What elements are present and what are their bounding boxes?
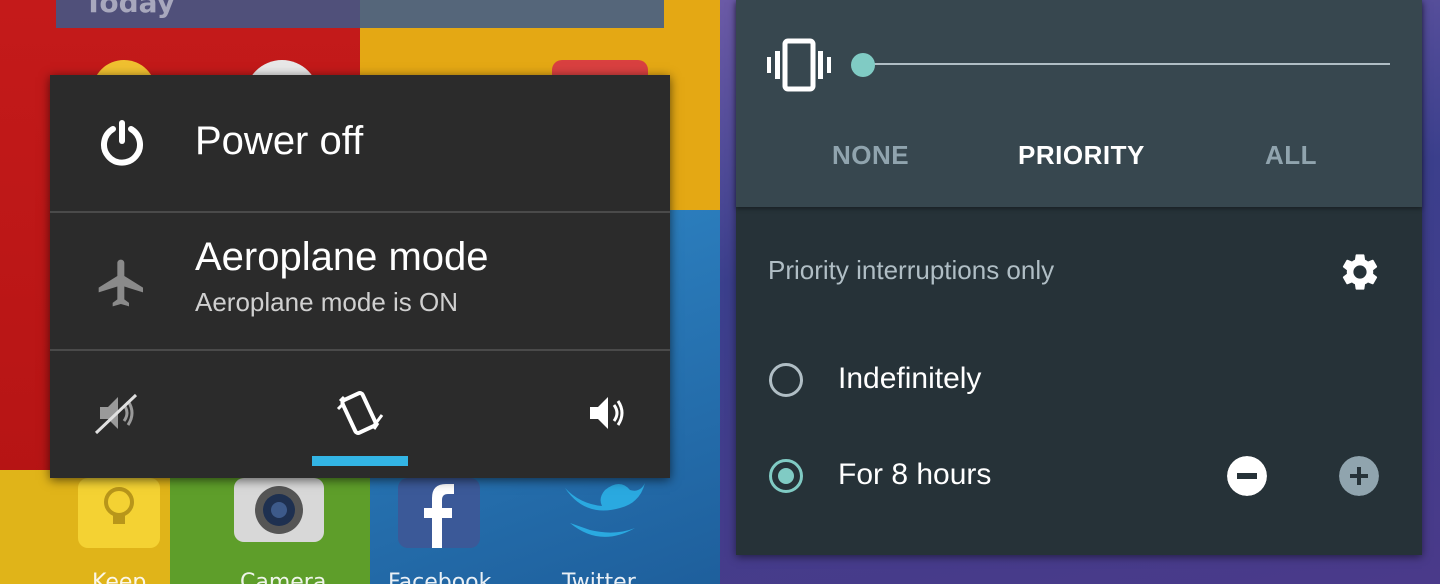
dock-label-facebook: Facebook [388, 570, 492, 584]
dock-label-keep: Keep [92, 570, 147, 584]
camera-app-icon[interactable] [234, 478, 324, 542]
sound-on-icon[interactable] [584, 389, 632, 437]
priority-interruptions-label: Priority interruptions only [768, 255, 1055, 285]
sound-mode-row [50, 351, 670, 478]
keep-app-icon[interactable] [78, 478, 160, 548]
vibrate-icon [767, 38, 831, 92]
power-off-label: Power off [195, 119, 364, 163]
vibrate-mode-icon[interactable] [336, 387, 384, 439]
volume-and-mode-section: NONE PRIORITY ALL [736, 0, 1422, 207]
twitter-app-icon[interactable] [560, 478, 650, 548]
twitter-bird-icon [565, 483, 645, 537]
decrease-hours-button[interactable] [1227, 456, 1267, 496]
option-8-hours-label: For 8 hours [838, 458, 992, 491]
dock-label-twitter: Twitter [562, 570, 636, 584]
dock-label-camera: Camera [240, 570, 327, 584]
radio-for-8-hours[interactable] [769, 459, 803, 493]
mode-tab-priority[interactable]: PRIORITY [1018, 140, 1145, 171]
selected-mode-indicator [312, 456, 408, 466]
volume-slider-thumb[interactable] [851, 53, 875, 77]
facebook-app-icon[interactable] [398, 478, 480, 548]
left-screenshot: Today Keep Camera Facebook Twitter Power… [0, 0, 720, 584]
lightbulb-icon [104, 487, 134, 524]
aeroplane-mode-status: Aeroplane mode is ON [195, 287, 459, 317]
interruptions-panel: NONE PRIORITY ALL Priority interruptions… [736, 0, 1422, 555]
airplane-icon [98, 259, 143, 307]
aeroplane-mode-item[interactable]: Aeroplane mode Aeroplane mode is ON [50, 213, 670, 351]
mode-tab-none[interactable]: NONE [832, 140, 909, 171]
radio-indefinitely[interactable] [769, 363, 803, 397]
option-indefinitely-label: Indefinitely [838, 362, 982, 395]
aeroplane-mode-title: Aeroplane mode [195, 235, 489, 279]
mode-tab-all[interactable]: ALL [1265, 140, 1317, 171]
right-screenshot: NONE PRIORITY ALL Priority interruptions… [720, 0, 1440, 584]
camera-lens-icon [255, 486, 303, 534]
increase-hours-button[interactable] [1339, 456, 1379, 496]
silent-mode-icon[interactable] [92, 389, 140, 437]
gear-icon[interactable] [1338, 250, 1382, 294]
volume-slider-track[interactable] [864, 63, 1390, 65]
widget-title: Today [84, 0, 175, 19]
power-icon [101, 120, 143, 166]
power-menu-dialog: Power off Aeroplane mode Aeroplane mode … [50, 75, 670, 478]
power-off-item[interactable]: Power off [50, 75, 670, 213]
facebook-f-icon [424, 484, 454, 548]
